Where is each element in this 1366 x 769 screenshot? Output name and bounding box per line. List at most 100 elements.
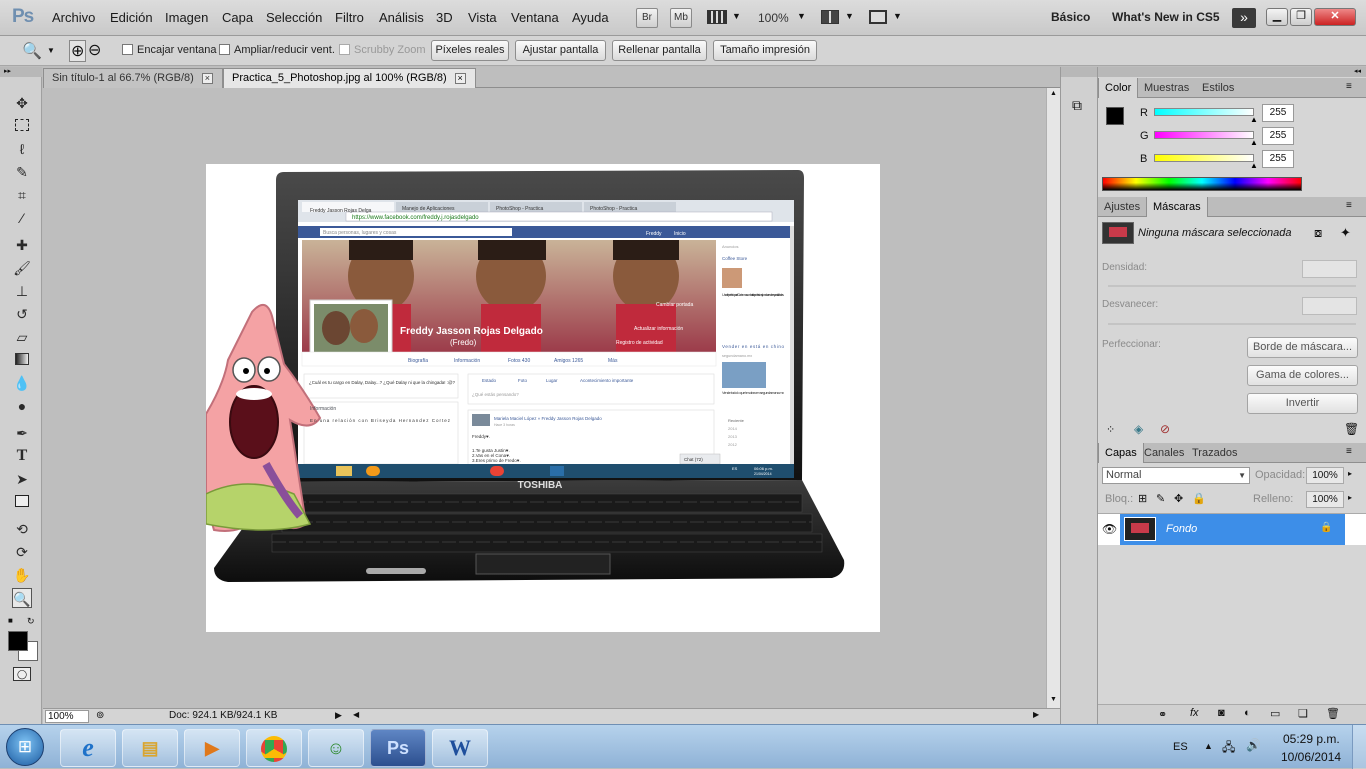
scroll-up-icon[interactable]: ▲ [1050, 90, 1057, 97]
chevron-down-icon[interactable]: ▼ [893, 11, 902, 21]
feather-field[interactable] [1302, 297, 1357, 315]
b-slider[interactable] [1154, 154, 1254, 162]
density-slider[interactable] [1108, 285, 1356, 287]
r-slider[interactable] [1154, 108, 1254, 116]
collapse-icon[interactable]: ◂◂ [1098, 67, 1366, 77]
minimize-icon[interactable]: ▁ [1266, 8, 1288, 26]
add-mask-icon[interactable]: ◙ [1218, 707, 1225, 719]
volume-icon[interactable]: 🔊 [1246, 738, 1261, 752]
screen-mode-icon[interactable] [869, 10, 887, 24]
messenger-icon[interactable]: ☺ [308, 729, 364, 767]
chevron-down-icon[interactable]: ▼ [797, 11, 806, 21]
scroll-down-icon[interactable]: ▼ [1050, 696, 1057, 703]
menu-vista[interactable]: Vista [468, 10, 497, 25]
network-icon[interactable]: 🖧 [1222, 738, 1235, 759]
trash-icon[interactable]: 🗑 [1326, 707, 1340, 720]
panel-menu-icon[interactable]: ≡ [1346, 81, 1352, 92]
tab-layers[interactable]: Capas [1098, 443, 1144, 463]
layer-selected[interactable]: Fondo 🔒 [1120, 514, 1345, 545]
actual-pixels-button[interactable]: Píxeles reales [431, 40, 509, 61]
tab-masks[interactable]: Máscaras [1146, 197, 1208, 217]
menu-capa[interactable]: Capa [222, 10, 253, 25]
panel-menu-icon[interactable]: ≡ [1346, 446, 1352, 457]
tab-untitled[interactable]: Sin título-1 al 66.7% (RGB/8) × [43, 68, 223, 88]
pixel-mask-icon[interactable]: ⧇ [1314, 225, 1322, 241]
zoom-out-icon[interactable]: ⊖ [88, 40, 101, 60]
workspace-basic[interactable]: Básico [1051, 10, 1090, 24]
collapse-icon[interactable]: ▸▸ [0, 67, 42, 77]
resize-window-checkbox[interactable]: Ampliar/reducir vent. [219, 44, 335, 56]
hand-tool-icon[interactable]: ✋ [12, 565, 32, 585]
menu-edicion[interactable]: Edición [110, 10, 153, 25]
vertical-scrollbar[interactable]: ▲ ▼ [1046, 88, 1060, 708]
slider-triangle-icon[interactable]: ▲ [1250, 115, 1258, 124]
photoshop-icon[interactable]: Ps [370, 729, 426, 767]
menu-ayuda[interactable]: Ayuda [572, 10, 609, 25]
chevron-right-icon[interactable]: ▸ [1348, 469, 1352, 478]
tab-swatches[interactable]: Muestras [1138, 78, 1195, 98]
color-range-button[interactable]: Gama de colores... [1247, 365, 1358, 386]
chevron-right-icon[interactable]: ▸ [1348, 493, 1352, 502]
fit-screen-button[interactable]: Ajustar pantalla [515, 40, 606, 61]
explorer-icon[interactable]: ▤ [122, 729, 178, 767]
r-value[interactable]: 255 [1262, 104, 1294, 122]
status-icon[interactable]: ⊚ [96, 710, 104, 721]
lock-pixels-icon[interactable]: ✎ [1156, 492, 1165, 505]
scroll-left-icon[interactable]: ◀ [353, 710, 359, 719]
dodge-tool-icon[interactable]: ● [12, 396, 32, 416]
zoom-tool-icon[interactable]: 🔍 [22, 41, 42, 61]
feather-slider[interactable] [1108, 323, 1356, 325]
vector-mask-icon[interactable]: ✦ [1340, 225, 1351, 241]
marquee-tool-icon[interactable] [12, 116, 32, 136]
menu-imagen[interactable]: Imagen [165, 10, 208, 25]
shape-tool-icon[interactable] [12, 492, 32, 512]
tab-channels[interactable]: Canales [1138, 443, 1190, 463]
show-desktop-button[interactable] [1352, 725, 1366, 769]
history-icon[interactable]: ⧉ [1072, 97, 1082, 114]
clock-time[interactable]: 05:29 p.m. [1283, 732, 1340, 746]
panel-menu-icon[interactable]: ≡ [1346, 200, 1352, 211]
fit-window-checkbox[interactable]: Encajar ventana [122, 44, 217, 56]
word-icon[interactable]: W [432, 729, 488, 767]
print-size-button[interactable]: Tamaño impresión [713, 40, 817, 61]
chrome-icon[interactable] [246, 729, 302, 767]
language-indicator[interactable]: ES [1173, 741, 1188, 753]
close-icon[interactable]: × [201, 73, 213, 84]
more-workspaces-icon[interactable]: » [1232, 8, 1256, 28]
close-icon[interactable]: × [454, 73, 466, 84]
brush-tool-icon[interactable]: 🖌 [12, 258, 32, 278]
quick-mask-icon[interactable]: ◯ [13, 667, 31, 681]
apply-mask-icon[interactable]: ◈ [1134, 422, 1143, 436]
healing-brush-tool-icon[interactable]: ✚ [12, 235, 32, 255]
opacity-field[interactable]: 100% [1306, 467, 1344, 484]
disable-mask-icon[interactable]: ⊘ [1160, 422, 1170, 436]
move-tool-icon[interactable]: ✥ [12, 93, 32, 113]
load-selection-icon[interactable]: ⁘ [1106, 423, 1115, 436]
menu-analisis[interactable]: Análisis [379, 10, 424, 25]
restore-icon[interactable]: ❐ [1290, 8, 1312, 26]
default-colors-icon[interactable]: ■ [8, 616, 13, 625]
start-button[interactable]: ⊞ [6, 728, 44, 766]
menu-3d[interactable]: 3D [436, 10, 453, 25]
chevron-down-icon[interactable]: ▼ [845, 11, 854, 21]
lock-all-icon[interactable]: 🔒 [1192, 492, 1206, 505]
color-spectrum[interactable] [1102, 177, 1302, 191]
tab-color[interactable]: Color [1098, 78, 1139, 98]
history-brush-tool-icon[interactable]: ↺ [12, 304, 32, 324]
bridge-button[interactable]: Br [636, 8, 658, 28]
type-tool-icon[interactable]: T [12, 446, 32, 466]
tab-paths[interactable]: Trazados [1186, 443, 1243, 463]
menu-filtro[interactable]: Filtro [335, 10, 364, 25]
b-value[interactable]: 255 [1262, 150, 1294, 168]
g-value[interactable]: 255 [1262, 127, 1294, 145]
crop-tool-icon[interactable]: ⌗ [12, 185, 32, 205]
lock-position-icon[interactable]: ✥ [1174, 492, 1183, 505]
tab-styles[interactable]: Estilos [1196, 78, 1240, 98]
workspace-whats-new[interactable]: What's New in CS5 [1112, 10, 1220, 24]
status-menu-icon[interactable]: ▶ [335, 710, 342, 721]
document-image[interactable]: TOSHIBA Freddy Jasson Rojas Delga Manejo… [205, 164, 880, 632]
pen-tool-icon[interactable]: ✒ [12, 423, 32, 443]
fill-screen-button[interactable]: Rellenar pantalla [612, 40, 707, 61]
adjustment-layer-icon[interactable]: ◐ [1244, 707, 1251, 719]
chevron-down-icon[interactable]: ▼ [732, 11, 741, 21]
